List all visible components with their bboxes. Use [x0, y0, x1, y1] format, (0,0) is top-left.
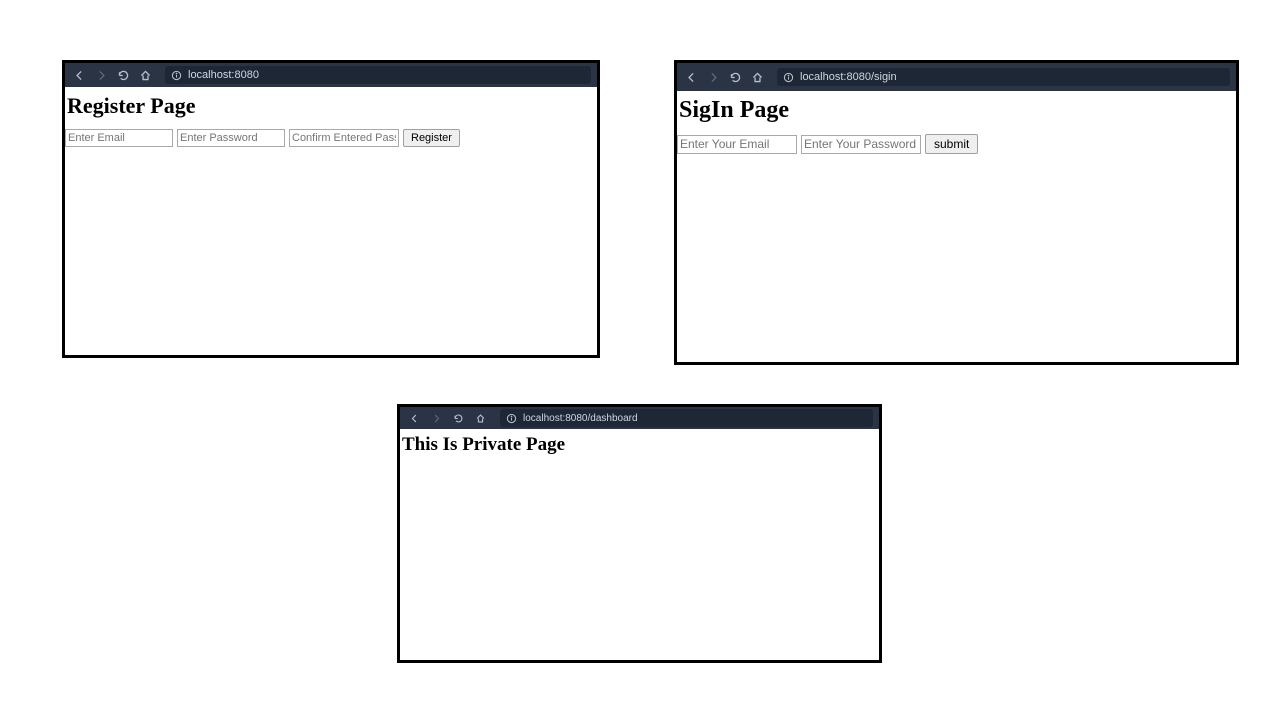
- signin-form: submit: [677, 134, 1236, 154]
- address-bar[interactable]: localhost:8080/sigin: [777, 68, 1230, 86]
- confirm-password-input[interactable]: [289, 129, 399, 147]
- submit-button[interactable]: submit: [925, 134, 978, 154]
- browser-toolbar: localhost:8080: [65, 63, 597, 87]
- info-icon: [506, 413, 517, 424]
- address-bar[interactable]: localhost:8080: [165, 66, 591, 84]
- password-input[interactable]: [801, 135, 921, 154]
- back-icon[interactable]: [683, 69, 699, 85]
- email-input[interactable]: [677, 135, 797, 154]
- forward-icon[interactable]: [705, 69, 721, 85]
- page-heading: Register Page: [65, 93, 597, 119]
- register-form: Register: [65, 129, 597, 147]
- page-content: SigIn Page submit: [677, 91, 1236, 362]
- reload-icon[interactable]: [450, 410, 466, 426]
- browser-toolbar: localhost:8080/sigin: [677, 63, 1236, 91]
- browser-window-signin: localhost:8080/sigin SigIn Page submit: [674, 60, 1239, 365]
- browser-toolbar: localhost:8080/dashboard: [400, 407, 879, 429]
- url-text: localhost:8080/dashboard: [523, 413, 638, 424]
- address-bar[interactable]: localhost:8080/dashboard: [500, 409, 873, 427]
- info-icon: [783, 72, 794, 83]
- browser-window-dashboard: localhost:8080/dashboard This Is Private…: [397, 404, 882, 663]
- url-text: localhost:8080: [188, 69, 259, 81]
- info-icon: [171, 70, 182, 81]
- register-button[interactable]: Register: [403, 129, 460, 147]
- home-icon[interactable]: [749, 69, 765, 85]
- password-input[interactable]: [177, 129, 285, 147]
- page-heading: This Is Private Page: [400, 434, 879, 456]
- forward-icon[interactable]: [93, 67, 109, 83]
- back-icon[interactable]: [406, 410, 422, 426]
- home-icon[interactable]: [472, 410, 488, 426]
- page-content: Register Page Register: [65, 87, 597, 355]
- page-content: This Is Private Page: [400, 429, 879, 660]
- back-icon[interactable]: [71, 67, 87, 83]
- home-icon[interactable]: [137, 67, 153, 83]
- reload-icon[interactable]: [115, 67, 131, 83]
- forward-icon[interactable]: [428, 410, 444, 426]
- url-text: localhost:8080/sigin: [800, 71, 897, 83]
- page-heading: SigIn Page: [677, 97, 1236, 124]
- browser-window-register: localhost:8080 Register Page Register: [62, 60, 600, 358]
- email-input[interactable]: [65, 129, 173, 147]
- reload-icon[interactable]: [727, 69, 743, 85]
